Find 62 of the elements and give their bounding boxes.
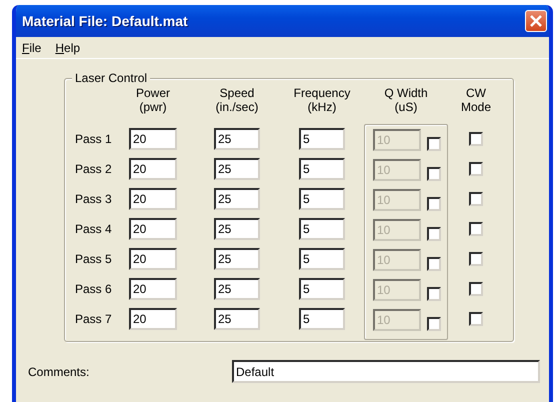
close-icon bbox=[529, 14, 543, 28]
checkbox[interactable] bbox=[469, 312, 483, 326]
number-field[interactable]: 5 bbox=[299, 188, 345, 210]
number-field[interactable]: 20 bbox=[129, 248, 177, 270]
number-field[interactable]: 25 bbox=[214, 308, 260, 330]
checkbox[interactable] bbox=[469, 252, 483, 266]
number-field[interactable]: 20 bbox=[129, 188, 177, 210]
number-field: 10 bbox=[373, 309, 421, 331]
column-header: Speed (in./sec) bbox=[216, 86, 258, 114]
menu-item[interactable]: File bbox=[22, 38, 42, 56]
checkbox[interactable] bbox=[427, 227, 441, 241]
number-field: 10 bbox=[373, 129, 421, 151]
column-header: CW Mode bbox=[460, 86, 492, 114]
number-field[interactable]: 5 bbox=[299, 128, 345, 150]
checkbox[interactable] bbox=[469, 282, 483, 296]
checkbox[interactable] bbox=[427, 137, 441, 151]
number-field: 10 bbox=[373, 249, 421, 271]
pass-label: Pass 3 bbox=[75, 191, 113, 208]
number-field[interactable]: 5 bbox=[299, 158, 345, 180]
pass-label: Pass 2 bbox=[75, 161, 113, 178]
number-field[interactable]: 25 bbox=[214, 278, 260, 300]
checkbox[interactable] bbox=[427, 167, 441, 181]
number-field[interactable]: 25 bbox=[214, 218, 260, 240]
close-button[interactable] bbox=[525, 10, 547, 32]
checkbox[interactable] bbox=[427, 317, 441, 331]
menu-item[interactable]: Help bbox=[55, 38, 80, 56]
checkbox[interactable] bbox=[469, 192, 483, 206]
checkbox[interactable] bbox=[469, 162, 483, 176]
number-field: 10 bbox=[373, 219, 421, 241]
pass-label: Pass 6 bbox=[75, 281, 113, 298]
number-field[interactable]: 20 bbox=[129, 218, 177, 240]
comments-field[interactable]: Default bbox=[232, 360, 540, 383]
number-field[interactable]: 25 bbox=[214, 248, 260, 270]
number-field[interactable]: 5 bbox=[299, 248, 345, 270]
number-field: 10 bbox=[373, 279, 421, 301]
number-field: 10 bbox=[373, 189, 421, 211]
number-field[interactable]: 20 bbox=[129, 278, 177, 300]
column-header: Frequency (kHz) bbox=[294, 86, 350, 114]
number-field[interactable]: 25 bbox=[214, 158, 260, 180]
window-title: Material File: Default.mat bbox=[22, 12, 188, 30]
checkbox[interactable] bbox=[427, 197, 441, 211]
number-field[interactable]: 25 bbox=[214, 188, 260, 210]
number-field: 10 bbox=[373, 159, 421, 181]
pass-label: Pass 4 bbox=[75, 221, 113, 238]
pass-label: Pass 5 bbox=[75, 251, 113, 268]
number-field[interactable]: 20 bbox=[129, 128, 177, 150]
number-field[interactable]: 20 bbox=[129, 158, 177, 180]
checkbox[interactable] bbox=[427, 257, 441, 271]
number-field[interactable]: 5 bbox=[299, 278, 345, 300]
pass-label: Pass 1 bbox=[75, 131, 113, 148]
pass-label: Pass 7 bbox=[75, 311, 113, 328]
number-field[interactable]: 25 bbox=[214, 128, 260, 150]
checkbox[interactable] bbox=[427, 287, 441, 301]
number-field[interactable]: 20 bbox=[129, 308, 177, 330]
number-field[interactable]: 5 bbox=[299, 308, 345, 330]
column-header: Power (pwr) bbox=[136, 86, 170, 114]
column-header: Q Width (uS) bbox=[384, 86, 428, 114]
comments-label: Comments: bbox=[28, 364, 90, 380]
checkbox[interactable] bbox=[469, 222, 483, 236]
checkbox[interactable] bbox=[469, 132, 483, 146]
number-field[interactable]: 5 bbox=[299, 218, 345, 240]
group-title: Laser Control bbox=[72, 71, 150, 85]
